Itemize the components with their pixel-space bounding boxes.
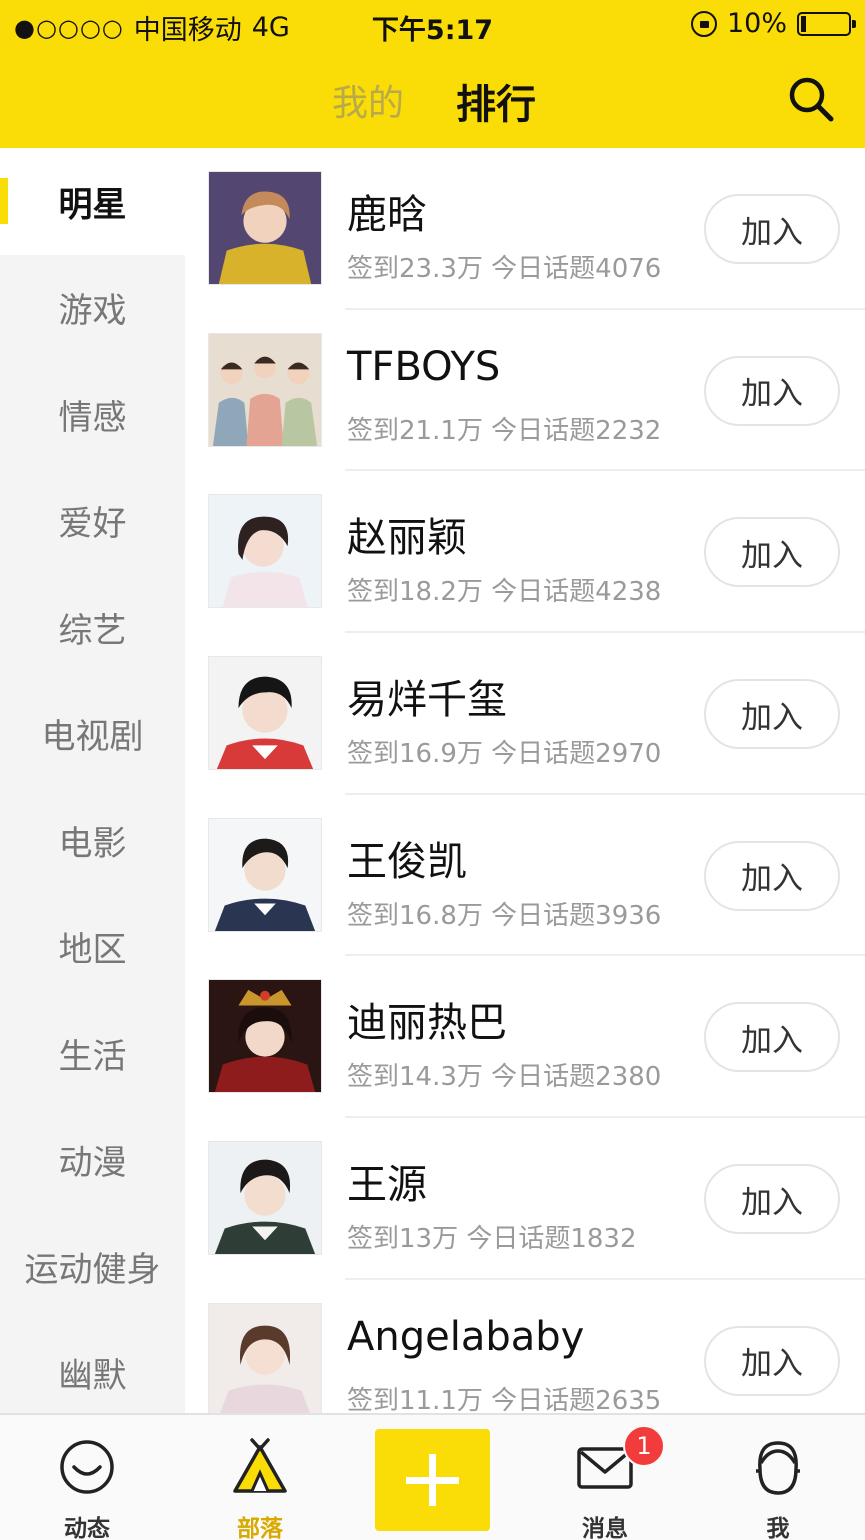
rotation-lock-icon — [690, 10, 717, 37]
smile-face-icon — [60, 1440, 114, 1494]
community-stats: 签到16.9万 今日话题2970 — [347, 739, 662, 770]
community-name: 鹿晗 — [347, 192, 427, 238]
community-name: TFBOYS — [347, 343, 501, 390]
sidebar-item-anime[interactable]: 动漫 — [0, 1107, 185, 1214]
tab-feed[interactable]: 动态 — [27, 1415, 147, 1540]
community-stats: 签到18.2万 今日话题4238 — [347, 577, 662, 608]
person-head-icon — [756, 1441, 800, 1495]
tab-rank[interactable]: 排行 — [456, 72, 536, 130]
sidebar-item-label: 情感 — [58, 397, 127, 438]
community-name: 王源 — [347, 1162, 427, 1209]
status-right: 10% — [690, 8, 856, 39]
community-name: 王俊凯 — [347, 838, 467, 885]
community-stats: 签到23.3万 今日话题4076 — [347, 254, 662, 284]
tab-label: 我 — [766, 1516, 790, 1540]
join-button[interactable]: 加入 — [704, 840, 840, 911]
tab-label: 部落 — [237, 1516, 283, 1540]
avatar[interactable] — [208, 332, 322, 447]
category-sidebar: 明星 游戏 情感 爱好 综艺 电视剧 电影 地区 生活 动漫 运动健身 幽默 — [0, 148, 185, 1413]
community-name: 迪丽热巴 — [347, 1000, 507, 1047]
top-header: ●○○○○ 中国移动 4G 下午5:17 10% 我的 排行 — [0, 0, 865, 148]
sidebar-item-label: 生活 — [58, 1036, 127, 1077]
sidebar-item-label: 地区 — [58, 930, 127, 971]
join-button[interactable]: 加入 — [704, 194, 840, 264]
sidebar-item-stars[interactable]: 明星 — [0, 148, 185, 255]
sidebar-item-life[interactable]: 生活 — [0, 1000, 185, 1107]
sidebar-item-label: 电影 — [58, 823, 127, 864]
battery-icon — [797, 11, 856, 36]
sidebar-item-region[interactable]: 地区 — [0, 894, 185, 1001]
sidebar-item-label: 综艺 — [58, 610, 127, 651]
sidebar-item-tv-series[interactable]: 电视剧 — [0, 681, 185, 788]
join-button[interactable]: 加入 — [704, 1164, 840, 1235]
tent-icon — [233, 1438, 287, 1493]
list-item[interactable]: 鹿晗 签到23.3万 今日话题4076 加入 — [185, 148, 865, 310]
sidebar-item-label: 运动健身 — [24, 1249, 161, 1290]
join-button[interactable]: 加入 — [704, 1325, 840, 1396]
message-badge: 1 — [623, 1425, 665, 1467]
sidebar-item-variety[interactable]: 综艺 — [0, 574, 185, 681]
add-button[interactable] — [375, 1429, 490, 1531]
community-name: 赵丽颖 — [347, 515, 467, 562]
community-stats: 签到11.1万 今日话题2635 — [347, 1385, 662, 1413]
community-stats: 签到16.8万 今日话题3936 — [347, 900, 662, 931]
tab-label: 动态 — [64, 1516, 110, 1540]
sidebar-item-games[interactable]: 游戏 — [0, 255, 185, 362]
avatar[interactable] — [208, 1141, 322, 1256]
sidebar-item-hobbies[interactable]: 爱好 — [0, 468, 185, 575]
community-name: 易烊千玺 — [347, 677, 507, 724]
avatar[interactable] — [208, 1302, 322, 1413]
sidebar-item-emotion[interactable]: 情感 — [0, 361, 185, 468]
battery-percent: 10% — [726, 8, 787, 39]
sidebar-item-label: 游戏 — [58, 291, 127, 332]
list-item[interactable]: 王俊凯 签到16.8万 今日话题3936 加入 — [185, 795, 865, 957]
join-button[interactable]: 加入 — [704, 679, 840, 750]
join-button[interactable]: 加入 — [704, 1002, 840, 1073]
list-item[interactable]: 王源 签到13万 今日话题1832 加入 — [185, 1118, 865, 1280]
list-item[interactable]: 易烊千玺 签到16.9万 今日话题2970 加入 — [185, 633, 865, 795]
search-icon[interactable] — [786, 74, 836, 124]
ranking-list: 鹿晗 签到23.3万 今日话题4076 加入 TFBOYS 签到21.1万 今日… — [185, 148, 865, 1413]
join-button[interactable]: 加入 — [704, 517, 840, 588]
avatar[interactable] — [208, 817, 322, 932]
tab-me[interactable]: 我 — [718, 1415, 838, 1540]
list-item[interactable]: TFBOYS 签到21.1万 今日话题2232 加入 — [185, 310, 865, 472]
list-item[interactable]: Angelababy 签到11.1万 今日话题2635 加入 — [185, 1280, 865, 1413]
tab-mine[interactable]: 我的 — [332, 74, 404, 126]
sidebar-item-label: 幽默 — [58, 1356, 127, 1397]
sidebar-item-label: 爱好 — [58, 504, 127, 545]
list-item[interactable]: 赵丽颖 签到18.2万 今日话题4238 加入 — [185, 471, 865, 633]
community-name: Angelababy — [347, 1313, 585, 1360]
avatar[interactable] — [208, 979, 322, 1094]
sidebar-item-label: 动漫 — [58, 1143, 127, 1184]
sidebar-item-label: 明星 — [58, 184, 127, 225]
active-indicator — [0, 178, 8, 224]
sidebar-item-movies[interactable]: 电影 — [0, 787, 185, 894]
avatar[interactable] — [208, 494, 322, 609]
join-button[interactable]: 加入 — [704, 355, 840, 426]
tab-label: 消息 — [582, 1516, 628, 1540]
tab-tribe[interactable]: 部落 — [200, 1415, 320, 1540]
sidebar-item-humor[interactable]: 幽默 — [0, 1320, 185, 1414]
community-stats: 签到13万 今日话题1832 — [347, 1224, 637, 1255]
list-item[interactable]: 迪丽热巴 签到14.3万 今日话题2380 加入 — [185, 956, 865, 1118]
community-stats: 签到21.1万 今日话题2232 — [347, 415, 662, 446]
plus-icon — [406, 1454, 459, 1506]
sidebar-item-fitness[interactable]: 运动健身 — [0, 1213, 185, 1320]
community-stats: 签到14.3万 今日话题2380 — [347, 1062, 662, 1093]
avatar[interactable] — [208, 656, 322, 771]
avatar[interactable] — [208, 171, 322, 285]
status-bar: ●○○○○ 中国移动 4G 下午5:17 10% — [0, 0, 865, 46]
sidebar-item-label: 电视剧 — [41, 717, 144, 758]
bottom-tab-bar: 动态 部落 消息 1 我 — [0, 1413, 865, 1540]
